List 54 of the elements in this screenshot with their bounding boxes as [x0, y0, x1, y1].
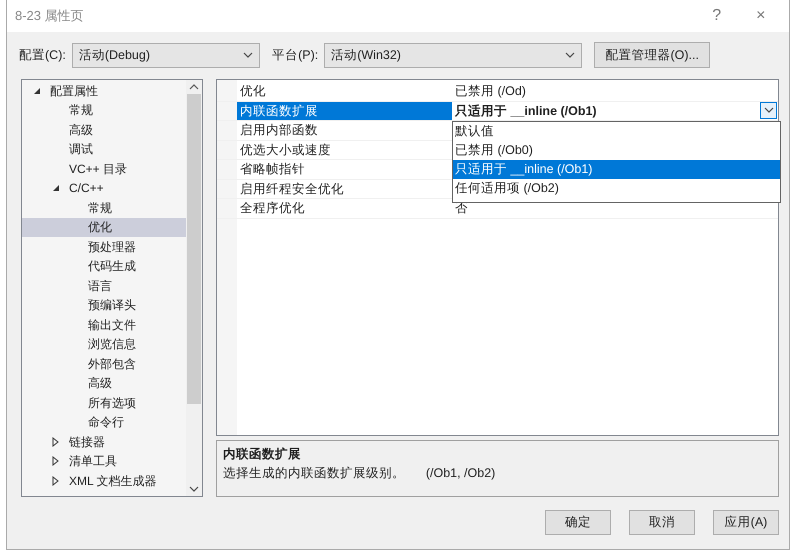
dropdown-button[interactable]: [760, 102, 777, 118]
description-text: 选择生成的内联函数扩展级别。 (/Ob1, /Ob2): [223, 464, 496, 482]
property-name[interactable]: 内联函数扩展: [237, 102, 452, 120]
platform-dropdown[interactable]: 活动(Win32): [324, 42, 582, 68]
tree-item[interactable]: 所有选项: [22, 393, 186, 412]
tree-item[interactable]: 代码生成: [22, 256, 186, 276]
window-title: 8-23 属性页: [15, 7, 85, 26]
dropdown-option[interactable]: 任何适用项 (/Ob2): [453, 179, 780, 198]
tree-item[interactable]: C/C++: [22, 178, 186, 198]
tree-item[interactable]: 输出文件: [22, 315, 186, 334]
platform-label: 平台(P):: [272, 46, 318, 64]
tree-item[interactable]: 常规: [22, 198, 186, 218]
scroll-down-icon: [189, 485, 199, 493]
dialog-button[interactable]: 取消: [629, 510, 695, 535]
tree-item[interactable]: 配置属性: [22, 81, 186, 100]
dialog-button[interactable]: 应用(A): [713, 510, 779, 535]
config-dropdown[interactable]: 活动(Debug): [72, 42, 260, 68]
property-value[interactable]: 只适用于 __inline (/Ob1): [455, 102, 597, 120]
tree-item[interactable]: 预处理器: [22, 237, 186, 256]
config-label: 配置(C):: [19, 46, 66, 64]
scrollbar-thumb[interactable]: [187, 94, 201, 404]
tree-item[interactable]: 外部包含: [22, 354, 186, 374]
scroll-up-icon: [189, 83, 199, 91]
config-manager-button[interactable]: 配置管理器(O)...: [594, 42, 710, 68]
tree-item[interactable]: 高级: [22, 120, 186, 140]
tree-item[interactable]: 浏览信息: [22, 334, 186, 354]
property-name[interactable]: 启用内部函数: [237, 121, 452, 140]
tree-item[interactable]: 预编译头: [22, 296, 186, 315]
dropdown-option[interactable]: 已禁用 (/Ob0): [453, 141, 780, 160]
caret-icon: [764, 106, 774, 114]
tree-item[interactable]: 调试: [22, 140, 186, 159]
property-name[interactable]: 优化: [237, 82, 452, 100]
description-title: 内联函数扩展: [223, 446, 302, 463]
property-value[interactable]: 已禁用 (/Od): [455, 82, 526, 100]
tree-item[interactable]: 常规: [22, 100, 186, 120]
property-name[interactable]: 启用纤程安全优化: [237, 180, 452, 198]
caret-icon: [565, 51, 576, 59]
tree-item[interactable]: 清单工具: [22, 452, 186, 471]
tree-item[interactable]: VC++ 目录: [22, 159, 186, 178]
property-name[interactable]: 全程序优化: [237, 199, 452, 218]
close-button[interactable]: ×: [738, 4, 783, 28]
help-button[interactable]: ?: [694, 4, 739, 28]
dropdown-option[interactable]: 只适用于 __inline (/Ob1): [453, 160, 780, 179]
tree-item[interactable]: 高级: [22, 374, 186, 393]
dialog-button[interactable]: 确定: [545, 510, 611, 535]
caret-icon: [242, 51, 253, 59]
tree-item[interactable]: 链接器: [22, 432, 186, 452]
tree-item[interactable]: 语言: [22, 276, 186, 296]
tree-item[interactable]: 优化: [22, 218, 186, 237]
property-name[interactable]: 优选大小或速度: [237, 140, 452, 159]
tree-item[interactable]: 命令行: [22, 412, 186, 432]
dropdown-option[interactable]: 默认值: [453, 122, 780, 141]
property-name[interactable]: 省略帧指针: [237, 160, 452, 178]
tree-item[interactable]: XML 文档生成器: [22, 471, 186, 490]
